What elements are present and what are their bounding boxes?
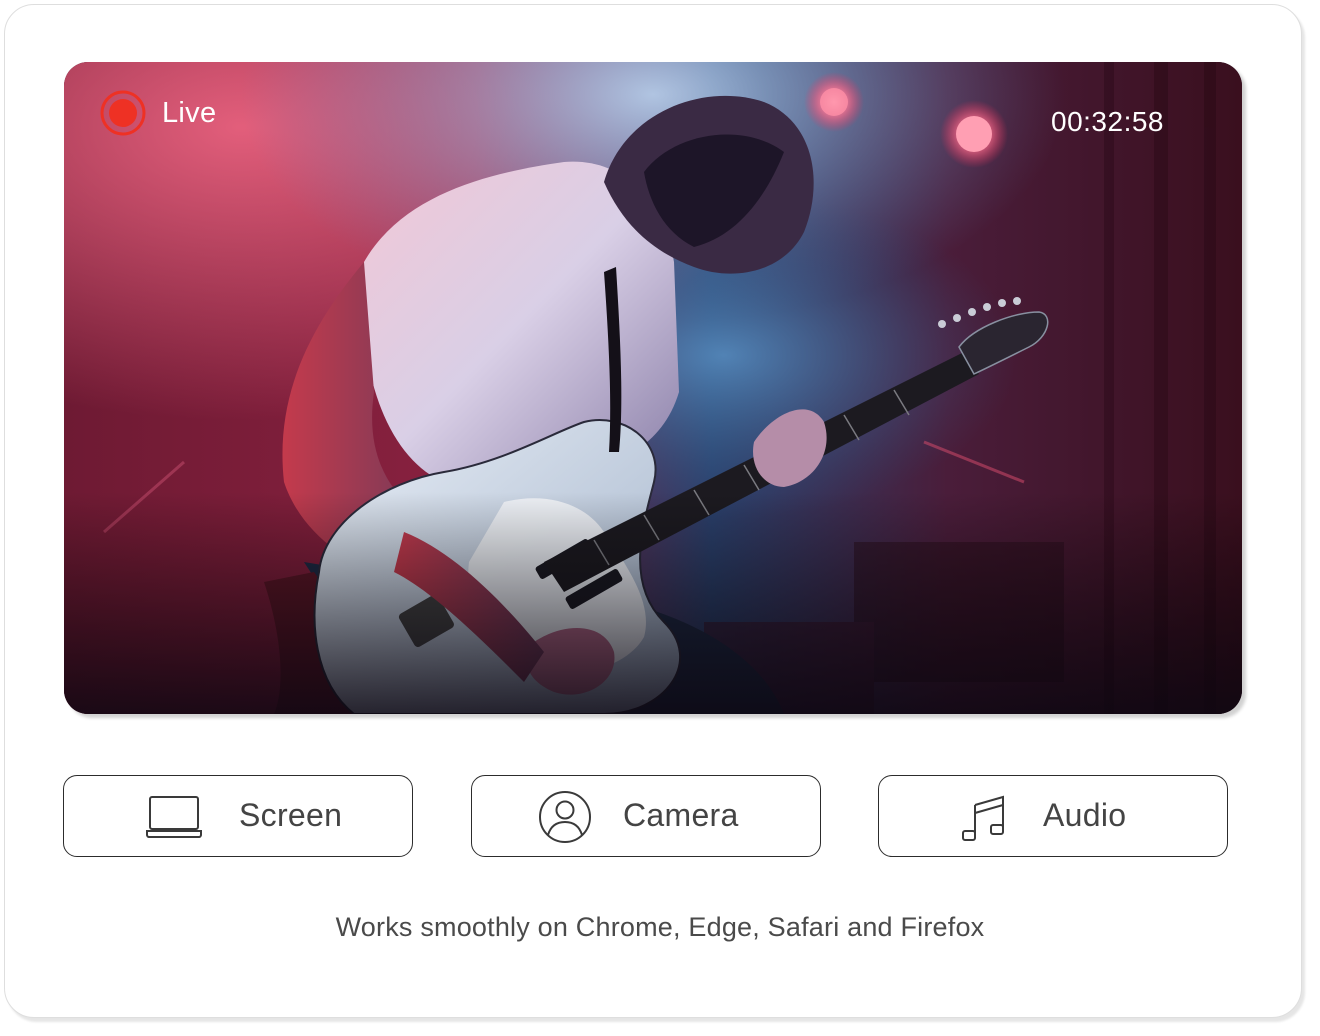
- screen-source-button[interactable]: Screen: [63, 775, 413, 857]
- source-selector: Screen Camera Audio: [63, 775, 1229, 857]
- audio-source-button[interactable]: Audio: [878, 775, 1228, 857]
- user-icon: [537, 791, 593, 843]
- live-status-label: Live: [162, 96, 217, 129]
- screen-source-label: Screen: [239, 797, 343, 833]
- elapsed-timer: 00:32:58: [1051, 106, 1164, 137]
- audio-source-label: Audio: [1043, 797, 1127, 833]
- camera-source-button[interactable]: Camera: [471, 775, 821, 857]
- laptop-icon: [146, 791, 202, 843]
- music-note-icon: [959, 791, 1015, 843]
- live-indicator: Live: [100, 90, 216, 136]
- record-icon: [100, 90, 146, 136]
- browser-compatibility-note: Works smoothly on Chrome, Edge, Safari a…: [335, 912, 985, 942]
- live-video-preview[interactable]: Live 00:32:58: [64, 62, 1242, 714]
- camera-source-label: Camera: [623, 797, 739, 833]
- concert-guitarist-image: [64, 62, 1242, 714]
